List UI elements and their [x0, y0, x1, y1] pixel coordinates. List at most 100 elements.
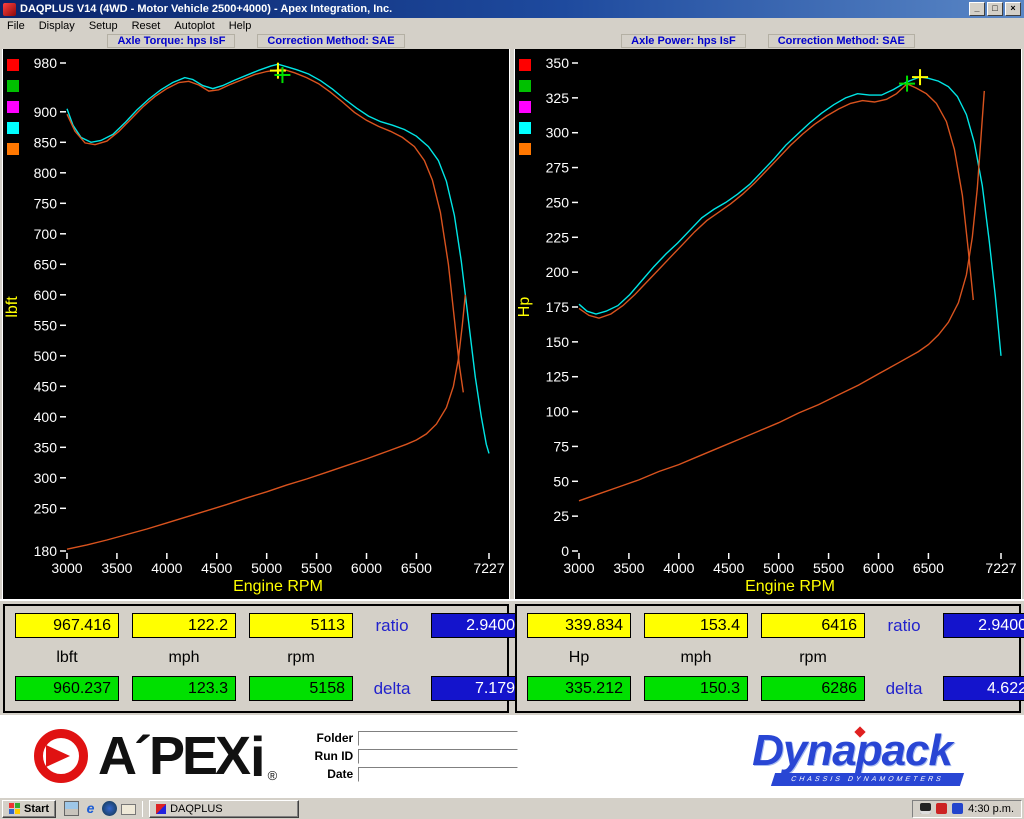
svg-text:75: 75 [553, 438, 569, 454]
torque-delta-value: 7.179 [431, 676, 523, 701]
torque-ratio-label: ratio [366, 616, 418, 636]
svg-text:3500: 3500 [613, 560, 644, 576]
taskbar: Start e DAQPLUS 4:30 p.m. [0, 797, 1024, 819]
svg-text:5500: 5500 [301, 560, 332, 576]
tray-status-icon[interactable] [936, 803, 947, 814]
apex-brand-icon [34, 729, 88, 783]
internet-explorer-icon[interactable]: e [83, 801, 98, 816]
app-icon[interactable] [3, 3, 16, 16]
menu-bar: File Display Setup Reset Autoplot Help [0, 18, 1024, 33]
close-button[interactable]: × [1005, 2, 1021, 16]
maximize-button[interactable]: □ [987, 2, 1003, 16]
trace-speed-trace [579, 91, 984, 501]
legend-swatch-1[interactable] [519, 80, 531, 92]
menu-file[interactable]: File [0, 20, 32, 32]
power-run2-readout-row: 335.212 150.3 6286 delta 4.622 [527, 676, 1011, 701]
taskbar-button-daqplus[interactable]: DAQPLUS [149, 800, 299, 818]
trace-torque-run-2 [67, 69, 463, 392]
legend-swatch-2[interactable] [7, 101, 19, 113]
svg-text:600: 600 [34, 287, 58, 303]
menu-reset[interactable]: Reset [125, 20, 168, 32]
menu-setup[interactable]: Setup [82, 20, 125, 32]
torque-run2-rpm: 5158 [249, 676, 353, 701]
svg-text:980: 980 [34, 55, 58, 71]
tray-app-icon[interactable] [952, 803, 963, 814]
torque-chart-title: Axle Torque: hps IsF [107, 34, 235, 48]
svg-text:4000: 4000 [151, 560, 182, 576]
media-player-icon[interactable] [102, 801, 117, 816]
folder-label: Folder [305, 731, 353, 745]
power-unit-label: Hp [527, 649, 631, 667]
svg-text:4000: 4000 [663, 560, 694, 576]
apex-brand-text: A´PEX [98, 727, 248, 785]
legend-swatch-0[interactable] [7, 59, 19, 71]
legend-swatch-4[interactable] [519, 143, 531, 155]
title-bar: DAQPLUS V14 (4WD - Motor Vehicle 2500+40… [0, 0, 1024, 18]
svg-text:450: 450 [34, 378, 58, 394]
power-correction-label: Correction Method: SAE [768, 34, 915, 48]
minimize-button[interactable]: _ [969, 2, 985, 16]
apex-logo: A´PEX i ® [34, 724, 277, 789]
start-button-label: Start [24, 803, 49, 815]
svg-text:lbft: lbft [4, 296, 21, 318]
power-chart-title: Axle Power: hps IsF [621, 34, 746, 48]
legend-swatch-2[interactable] [519, 101, 531, 113]
svg-text:550: 550 [34, 317, 58, 333]
power-run1-value: 339.834 [527, 613, 631, 638]
mail-icon[interactable] [121, 804, 136, 815]
legend-swatch-4[interactable] [7, 143, 19, 155]
folder-input[interactable] [358, 731, 518, 746]
legend-swatch-0[interactable] [519, 59, 531, 71]
registered-trademark-icon: ® [268, 768, 278, 783]
svg-text:350: 350 [546, 55, 570, 71]
svg-text:50: 50 [553, 473, 569, 489]
taskbar-clock[interactable]: 4:30 p.m. [968, 803, 1014, 815]
svg-text:700: 700 [34, 226, 58, 242]
power-ratio-value: 2.9400 [943, 613, 1024, 638]
dynapack-brand-text: Dynapack [752, 726, 952, 775]
torque-chart-header: Axle Torque: hps IsF Correction Method: … [2, 33, 510, 49]
start-button[interactable]: Start [2, 800, 56, 818]
torque-delta-label: delta [366, 679, 418, 699]
power-run1-rpm: 6416 [761, 613, 865, 638]
svg-text:5000: 5000 [763, 560, 794, 576]
svg-text:500: 500 [34, 348, 58, 364]
svg-text:180: 180 [34, 543, 58, 559]
svg-text:275: 275 [546, 160, 570, 176]
svg-text:200: 200 [546, 264, 570, 280]
torque-chart-canvas[interactable]: 1802503003504004505005506006507007508008… [3, 51, 508, 599]
window-title: DAQPLUS V14 (4WD - Motor Vehicle 2500+40… [20, 3, 969, 15]
svg-text:3000: 3000 [51, 560, 82, 576]
tray-keyboard-icon[interactable] [920, 803, 931, 814]
svg-text:125: 125 [546, 369, 570, 385]
svg-text:25: 25 [553, 508, 569, 524]
legend-swatch-3[interactable] [519, 122, 531, 134]
menu-display[interactable]: Display [32, 20, 82, 32]
svg-text:6500: 6500 [401, 560, 432, 576]
legend-swatch-3[interactable] [7, 122, 19, 134]
date-input[interactable] [358, 767, 518, 782]
date-row: Date [305, 767, 518, 782]
run-id-input[interactable] [358, 749, 518, 764]
svg-text:3500: 3500 [101, 560, 132, 576]
svg-text:300: 300 [34, 470, 58, 486]
power-chart-panel: Axle Power: hps IsF Correction Method: S… [514, 33, 1022, 599]
svg-text:300: 300 [546, 125, 570, 141]
torque-run2-value: 960.237 [15, 676, 119, 701]
dynapack-logo: Dynapack CHASSIS DYNAMOMETERS [752, 726, 952, 786]
torque-run1-readout-row: 967.416 122.2 5113 ratio 2.9400 [15, 613, 499, 638]
menu-help[interactable]: Help [222, 20, 259, 32]
folder-row: Folder [305, 731, 518, 746]
svg-text:7227: 7227 [985, 560, 1016, 576]
svg-text:Hp: Hp [516, 297, 533, 318]
legend-swatch-1[interactable] [7, 80, 19, 92]
power-run1-mph: 153.4 [644, 613, 748, 638]
show-desktop-icon[interactable] [64, 801, 79, 816]
menu-autoplot[interactable]: Autoplot [167, 20, 221, 32]
power-chart-canvas[interactable]: 0255075100125150175200225250275300325350… [515, 51, 1020, 599]
power-delta-value: 4.622 [943, 676, 1024, 701]
torque-run1-mph: 122.2 [132, 613, 236, 638]
svg-text:5500: 5500 [813, 560, 844, 576]
svg-text:100: 100 [546, 404, 570, 420]
taskbar-button-label: DAQPLUS [170, 803, 223, 815]
